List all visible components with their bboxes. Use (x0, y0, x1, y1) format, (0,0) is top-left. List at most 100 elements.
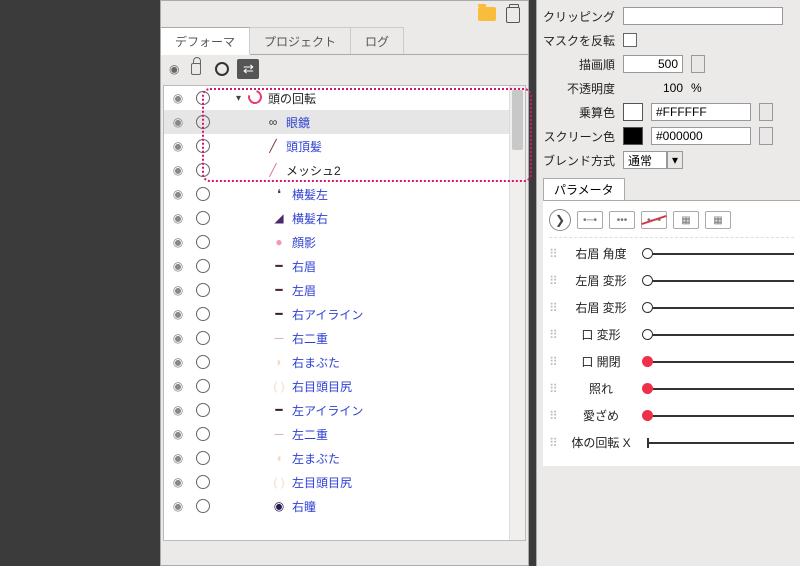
tree-item[interactable]: ◉╱メッシュ2 (164, 158, 525, 182)
parameter-slider[interactable] (647, 280, 794, 282)
select-dot[interactable] (196, 187, 210, 201)
drag-handle-icon[interactable]: ⠿ (549, 301, 565, 315)
drag-handle-icon[interactable]: ⠿ (549, 436, 565, 450)
eye-icon[interactable]: ◉ (170, 355, 186, 369)
parameter-row[interactable]: ⠿愛ざめ (549, 402, 794, 429)
select-dot[interactable] (196, 115, 210, 129)
select-header-icon[interactable] (215, 62, 229, 76)
tree-item[interactable]: ◉( )右目頭目尻 (164, 374, 525, 398)
drag-handle-icon[interactable]: ⠿ (549, 382, 565, 396)
eye-icon[interactable]: ◉ (170, 307, 186, 321)
select-dot[interactable] (196, 91, 210, 105)
draworder-stepper[interactable] (691, 55, 705, 73)
select-dot[interactable] (196, 355, 210, 369)
lock-header-icon[interactable] (191, 63, 201, 75)
select-dot[interactable] (196, 163, 210, 177)
tab-parameter[interactable]: パラメータ (543, 178, 625, 200)
maskinv-checkbox[interactable] (623, 33, 637, 47)
tree-item[interactable]: ◉◢横髪右 (164, 206, 525, 230)
select-dot[interactable] (196, 475, 210, 489)
tab-deformer[interactable]: デフォーマ (161, 27, 250, 55)
drag-handle-icon[interactable]: ⠿ (549, 247, 565, 261)
parameter-slider[interactable] (647, 307, 794, 309)
new-folder-icon[interactable] (478, 7, 496, 21)
chevron-down-icon[interactable]: ▾ (236, 93, 246, 104)
parameter-slider[interactable] (647, 442, 794, 444)
select-dot[interactable] (196, 139, 210, 153)
tree-item[interactable]: ◉●顔影 (164, 230, 525, 254)
parameter-row[interactable]: ⠿右眉 変形 (549, 294, 794, 321)
eye-icon[interactable]: ◉ (170, 499, 186, 513)
select-dot[interactable] (196, 211, 210, 225)
screen-extra[interactable] (759, 127, 773, 145)
eye-icon[interactable]: ◉ (170, 403, 186, 417)
parameter-row[interactable]: ⠿口 変形 (549, 321, 794, 348)
tree-item[interactable]: ◉❛横髪左 (164, 182, 525, 206)
tree-item[interactable]: ◉◖左まぶた (164, 446, 525, 470)
tab-project[interactable]: プロジェクト (250, 27, 351, 54)
eye-icon[interactable]: ◉ (170, 187, 186, 201)
select-dot[interactable] (196, 451, 210, 465)
keyframe-tool-disable[interactable]: •─• (641, 211, 667, 229)
eye-icon[interactable]: ◉ (170, 211, 186, 225)
select-dot[interactable] (196, 499, 210, 513)
opacity-value[interactable]: 100 (623, 81, 683, 95)
keyframe-tool-2[interactable]: ••• (609, 211, 635, 229)
tree-item[interactable]: ◉∞眼鏡 (164, 110, 525, 134)
eye-icon[interactable]: ◉ (170, 451, 186, 465)
tab-log[interactable]: ログ (351, 27, 404, 54)
parameter-slider[interactable] (647, 361, 794, 363)
screen-input[interactable]: #000000 (651, 127, 751, 145)
keyframe-tool-grid[interactable]: ▦ (673, 211, 699, 229)
parameter-slider[interactable] (647, 415, 794, 417)
eye-icon[interactable]: ◉ (170, 235, 186, 249)
eye-icon[interactable]: ◉ (170, 331, 186, 345)
multiply-swatch[interactable] (623, 103, 643, 121)
parameter-slider[interactable] (647, 388, 794, 390)
tree-item[interactable]: ◉━左アイライン (164, 398, 525, 422)
eye-icon[interactable]: ◉ (170, 91, 186, 105)
drag-handle-icon[interactable]: ⠿ (549, 355, 565, 369)
eye-icon[interactable]: ◉ (170, 139, 186, 153)
tree-item[interactable]: ◉◉右瞳 (164, 494, 525, 518)
parameter-row[interactable]: ⠿口 開閉 (549, 348, 794, 375)
eye-icon[interactable]: ◉ (170, 475, 186, 489)
parameter-row[interactable]: ⠿体の回転 X (549, 429, 794, 456)
visibility-header-icon[interactable]: ◉ (169, 62, 179, 76)
play-icon[interactable]: ❯ (549, 209, 571, 231)
drag-handle-icon[interactable]: ⠿ (549, 328, 565, 342)
keyframe-tool-1[interactable]: •─• (577, 211, 603, 229)
parameter-row[interactable]: ⠿左眉 変形 (549, 267, 794, 294)
tree-item[interactable]: ◉━右アイライン (164, 302, 525, 326)
tree-item[interactable]: ◉( )左目頭目尻 (164, 470, 525, 494)
delete-icon[interactable] (506, 7, 520, 23)
parameter-row[interactable]: ⠿右眉 角度 (549, 240, 794, 267)
tree-item[interactable]: ◉◗右まぶた (164, 350, 525, 374)
tree-item[interactable]: ◉─右二重 (164, 326, 525, 350)
tree-item[interactable]: ◉╱頭頂髪 (164, 134, 525, 158)
tree-item[interactable]: ◉─左二重 (164, 422, 525, 446)
parameter-slider[interactable] (647, 253, 794, 255)
select-dot[interactable] (196, 307, 210, 321)
eye-icon[interactable]: ◉ (170, 427, 186, 441)
sync-button[interactable]: ⇄ (237, 59, 259, 79)
draworder-input[interactable]: 500 (623, 55, 683, 73)
tree-root[interactable]: ◉▾頭の回転 (164, 86, 525, 110)
eye-icon[interactable]: ◉ (170, 259, 186, 273)
select-dot[interactable] (196, 259, 210, 273)
select-dot[interactable] (196, 427, 210, 441)
parameter-row[interactable]: ⠿照れ (549, 375, 794, 402)
select-dot[interactable] (196, 331, 210, 345)
tree-item[interactable]: ◉━右眉 (164, 254, 525, 278)
keyframe-tool-grid2[interactable]: ▦ (705, 211, 731, 229)
parameter-slider[interactable] (647, 334, 794, 336)
select-dot[interactable] (196, 403, 210, 417)
select-dot[interactable] (196, 283, 210, 297)
select-dot[interactable] (196, 379, 210, 393)
drag-handle-icon[interactable]: ⠿ (549, 274, 565, 288)
drag-handle-icon[interactable]: ⠿ (549, 409, 565, 423)
eye-icon[interactable]: ◉ (170, 163, 186, 177)
tree-item[interactable]: ◉━左眉 (164, 278, 525, 302)
blend-combo[interactable]: 通常 ▾ (623, 151, 683, 169)
eye-icon[interactable]: ◉ (170, 379, 186, 393)
